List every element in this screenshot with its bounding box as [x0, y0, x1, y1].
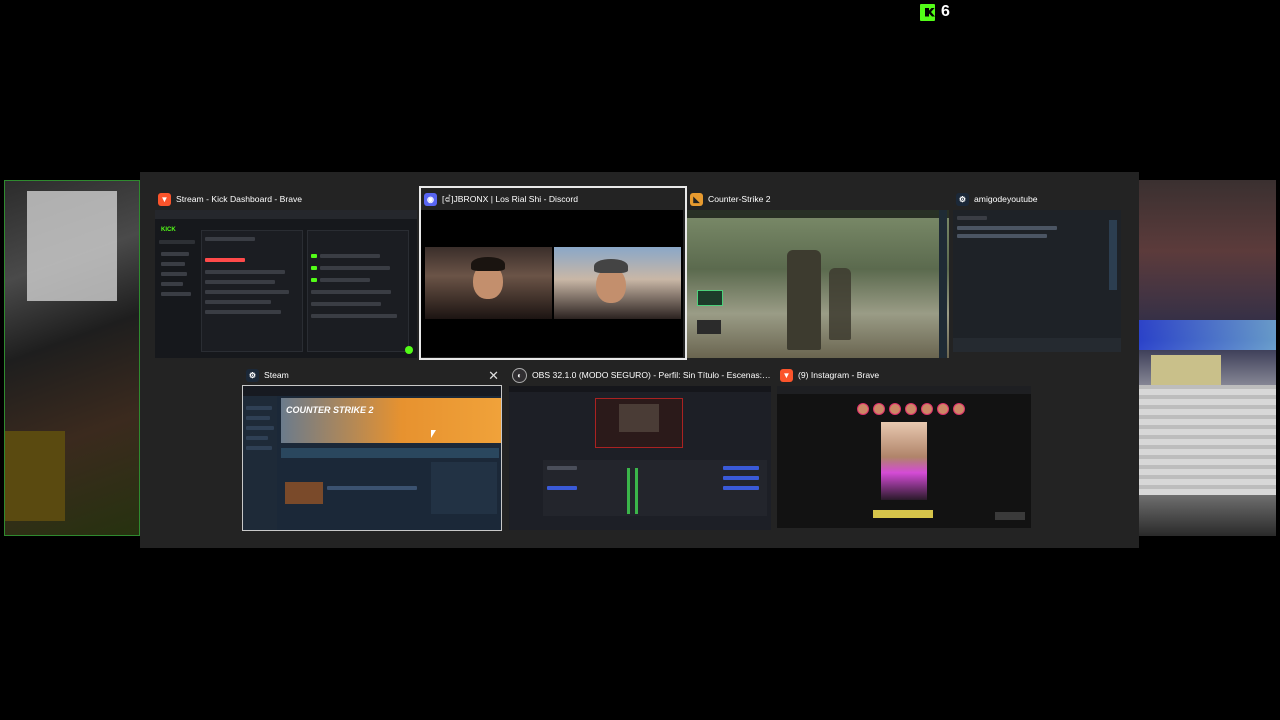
window-tile-discord[interactable]: ◉ [ꀸ]JBRONX | Los Rial Shi - Discord — [419, 186, 687, 360]
viewer-count: 6 — [941, 3, 950, 20]
brave-icon: ▼ — [158, 192, 171, 206]
video-feed-2 — [554, 247, 681, 319]
window-thumbnail: COUNTER STRIKE 2 — [242, 385, 502, 531]
window-thumbnail — [421, 210, 683, 357]
kick-viewer-badge: 6 — [920, 3, 950, 21]
mouse-cursor-icon — [431, 430, 436, 438]
window-title: Stream - Kick Dashboard - Brave — [176, 194, 303, 204]
window-tile-obs[interactable]: ◐ OBS 32.1.0 (MODO SEGURO) - Perfil: Sin… — [509, 364, 771, 530]
window-thumbnail — [687, 210, 949, 358]
kick-logo-icon — [920, 3, 935, 21]
close-window-button[interactable]: ✕ — [488, 368, 499, 384]
window-tile-steam[interactable]: ⚙ Steam ✕ COUNTER STRIKE 2 — [242, 364, 505, 531]
window-tile-kick-dashboard[interactable]: ▼ Stream - Kick Dashboard - Brave KICK — [155, 188, 421, 358]
obs-icon: ◐ — [512, 367, 527, 383]
window-title: (9) Instagram - Brave — [798, 370, 880, 380]
window-tile-instagram[interactable]: ▼ (9) Instagram - Brave — [777, 364, 1035, 528]
window-tile-counter-strike[interactable]: ◣ Counter-Strike 2 — [687, 188, 953, 358]
window-thumbnail: KICK — [155, 210, 417, 358]
discord-icon: ◉ — [424, 192, 437, 206]
webcam-background-left — [4, 180, 140, 536]
window-title: Steam — [264, 370, 289, 380]
banner-title: COUNTER STRIKE 2 — [286, 405, 374, 415]
window-thumbnail — [509, 386, 771, 530]
window-thumbnail — [777, 386, 1031, 528]
window-title: [ꀸ]JBRONX | Los Rial Shi - Discord — [442, 193, 578, 204]
video-feed-1 — [425, 247, 552, 319]
brave-icon: ▼ — [780, 368, 793, 382]
steam-icon: ⚙ — [956, 192, 969, 206]
webcam-background-right — [1139, 180, 1276, 536]
window-tile-amigodeyoutube[interactable]: ⚙ amigodeyoutube — [953, 188, 1125, 352]
window-thumbnail — [953, 210, 1121, 352]
kick-logo-text: KICK — [161, 227, 176, 233]
window-title: Counter-Strike 2 — [708, 194, 771, 204]
window-title: amigodeyoutube — [974, 194, 1038, 204]
window-title: OBS 32.1.0 (MODO SEGURO) - Perfil: Sin T… — [532, 370, 771, 380]
counter-strike-icon: ◣ — [690, 192, 703, 206]
steam-icon: ⚙ — [246, 368, 259, 382]
